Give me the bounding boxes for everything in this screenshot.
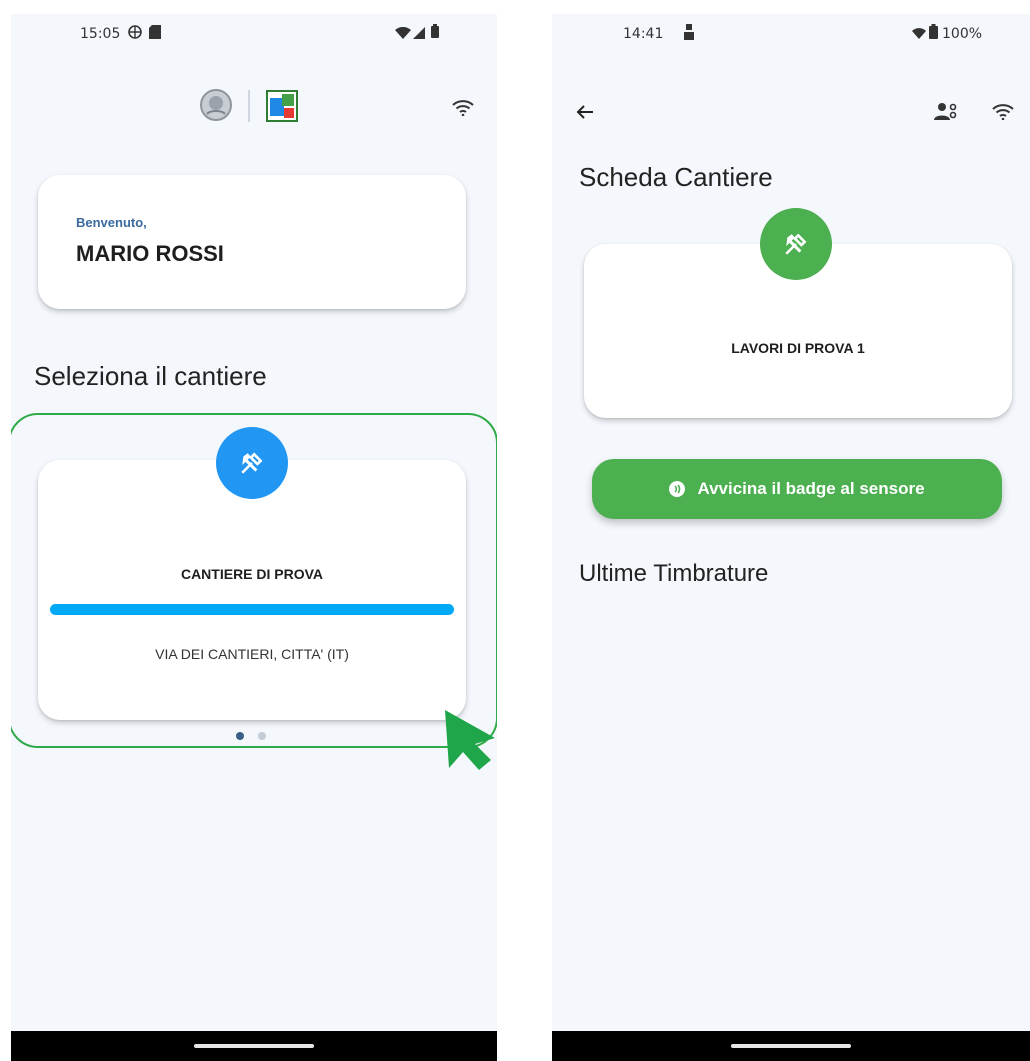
recent-stamps-title: Ultime Timbrature — [579, 560, 769, 587]
wifi-status-icon — [912, 26, 926, 44]
republic-emblem-logo — [199, 88, 233, 127]
tools-icon — [785, 233, 807, 255]
battery-status-icon — [431, 24, 439, 43]
home-gesture-handle[interactable] — [731, 1044, 851, 1048]
badge-scan-button-label: Avvicina il badge al sensore — [697, 479, 925, 498]
tools-icon — [241, 452, 263, 474]
site-progress-track — [50, 604, 454, 615]
status-time: 14:41 — [623, 26, 664, 42]
signal-status-icon — [413, 26, 425, 44]
wifi-icon — [992, 104, 1014, 125]
sd-card-status-icon — [149, 25, 161, 44]
status-bar: 14:41 100% — [552, 14, 1030, 58]
page-title: Scheda Cantiere — [579, 162, 773, 192]
pointer-arrow-icon — [439, 706, 497, 777]
logo-divider — [248, 90, 250, 122]
pager-dot-active[interactable] — [236, 732, 244, 740]
battery-status-icon — [929, 24, 938, 44]
site-name: LAVORI DI PROVA 1 — [731, 340, 865, 356]
settings-status-icon — [127, 24, 143, 45]
wifi-status-icon — [395, 26, 411, 44]
site-icon-badge — [760, 208, 832, 280]
navigation-bar — [552, 1031, 1030, 1061]
phone-screen-home: 15:05 Benvenuto, MARIO ROSSI Seleziona i… — [11, 14, 497, 1061]
site-icon-badge — [216, 427, 288, 499]
wifi-icon — [452, 100, 474, 121]
users-settings-icon[interactable] — [934, 102, 958, 127]
back-arrow-icon[interactable] — [576, 104, 594, 125]
user-name: MARIO ROSSI — [76, 241, 224, 266]
site-name: CANTIERE DI PROVA — [180, 566, 324, 582]
ministry-logo — [266, 90, 298, 127]
welcome-card: Benvenuto, MARIO ROSSI — [38, 175, 466, 309]
welcome-greeting: Benvenuto, — [76, 215, 147, 230]
site-progress-fill — [50, 604, 454, 615]
pager-dot[interactable] — [258, 732, 266, 740]
person-status-icon — [684, 24, 694, 45]
battery-percentage: 100% — [942, 26, 983, 42]
status-bar: 15:05 — [11, 14, 497, 58]
badge-scan-button[interactable]: Avvicina il badge al sensore — [592, 459, 1002, 519]
navigation-bar — [11, 1031, 497, 1061]
nfc-icon — [669, 481, 686, 497]
site-card[interactable]: CANTIERE DI PROVA VIA DEI CANTIERI, CITT… — [38, 460, 466, 720]
site-address: VIA DEI CANTIERI, CITTA' (IT) — [155, 646, 349, 662]
phone-screen-site-detail: 14:41 100% Scheda Cantiere LAVORI DI PRO… — [552, 14, 1030, 1061]
status-time: 15:05 — [80, 26, 121, 42]
select-site-title: Seleziona il cantiere — [34, 361, 267, 391]
home-gesture-handle[interactable] — [194, 1044, 314, 1048]
